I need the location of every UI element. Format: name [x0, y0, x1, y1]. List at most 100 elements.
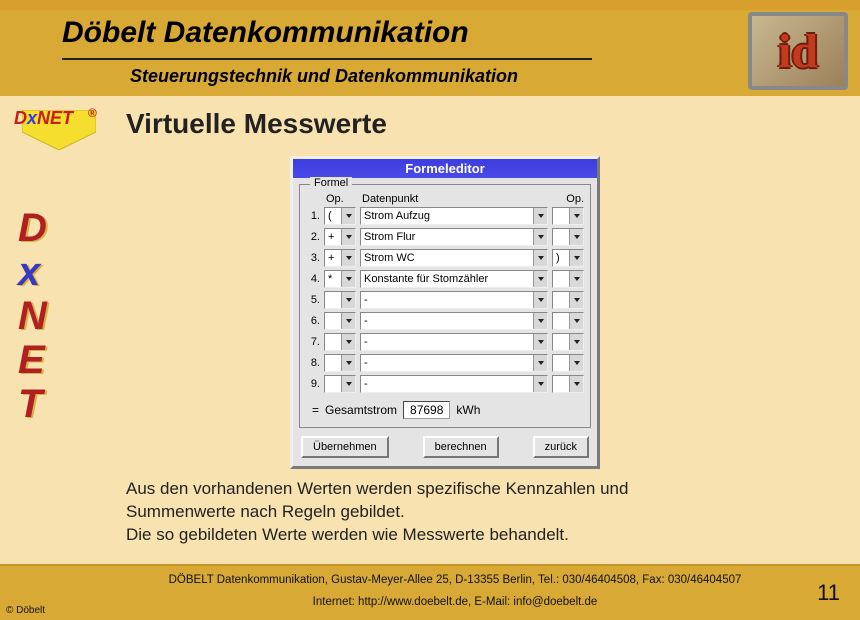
chevron-down-icon[interactable] [533, 376, 547, 392]
chevron-down-icon[interactable] [533, 229, 547, 245]
column-headers: Op. Datenpunkt Op. [306, 193, 584, 205]
datapoint-dropdown[interactable]: Strom Flur [360, 228, 548, 246]
chevron-down-icon[interactable] [533, 271, 547, 287]
chevron-down-icon[interactable] [533, 208, 547, 224]
operator1-dropdown[interactable]: + [324, 228, 356, 246]
operator1-dropdown[interactable] [324, 312, 356, 330]
row-number: 7. [306, 336, 320, 348]
slide-caption: Aus den vorhandenen Werten werden spezif… [126, 478, 830, 547]
chevron-down-icon[interactable] [341, 355, 355, 371]
page-title: Virtuelle Messwerte [126, 108, 387, 140]
chevron-down-icon[interactable] [533, 250, 547, 266]
slide-body: DxNET ® Virtuelle Messwerte D x N E T Fo… [0, 96, 860, 564]
formula-row: 1. (Strom Aufzug [306, 207, 584, 225]
row-number: 3. [306, 252, 320, 264]
formula-row: 8. - [306, 354, 584, 372]
row-number: 6. [306, 315, 320, 327]
chevron-down-icon[interactable] [569, 292, 583, 308]
chevron-down-icon[interactable] [341, 271, 355, 287]
operator2-dropdown[interactable] [552, 375, 584, 393]
operator1-dropdown[interactable]: * [324, 270, 356, 288]
chevron-down-icon[interactable] [569, 355, 583, 371]
result-row: = Gesamtstrom 87698 kWh [306, 401, 584, 419]
formula-row: 3. +Strom WC) [306, 249, 584, 267]
chevron-down-icon[interactable] [569, 250, 583, 266]
formula-row: 9. - [306, 375, 584, 393]
chevron-down-icon[interactable] [533, 292, 547, 308]
company-logo: id [748, 12, 848, 90]
chevron-down-icon[interactable] [569, 271, 583, 287]
result-value: 87698 [403, 401, 450, 419]
row-number: 8. [306, 357, 320, 369]
equals-sign: = [312, 403, 319, 417]
dxnet-label: DxNET [14, 108, 73, 129]
operator1-dropdown[interactable] [324, 375, 356, 393]
copyright: © Döbelt [6, 605, 45, 616]
chevron-down-icon[interactable] [533, 355, 547, 371]
apply-button[interactable]: Übernehmen [301, 436, 389, 458]
chevron-down-icon[interactable] [341, 229, 355, 245]
operator2-dropdown[interactable] [552, 228, 584, 246]
registered-mark: ® [88, 106, 97, 120]
datapoint-dropdown[interactable]: - [360, 375, 548, 393]
datapoint-dropdown[interactable]: Konstante für Stomzähler [360, 270, 548, 288]
chevron-down-icon[interactable] [533, 313, 547, 329]
row-number: 9. [306, 378, 320, 390]
datapoint-dropdown[interactable]: - [360, 291, 548, 309]
chevron-down-icon[interactable] [569, 208, 583, 224]
operator1-dropdown[interactable]: + [324, 249, 356, 267]
datapoint-dropdown[interactable]: - [360, 312, 548, 330]
col-op2: Op. [554, 193, 584, 205]
datapoint-dropdown[interactable]: Strom Aufzug [360, 207, 548, 225]
row-number: 2. [306, 231, 320, 243]
chevron-down-icon[interactable] [533, 334, 547, 350]
chevron-down-icon[interactable] [341, 250, 355, 266]
chevron-down-icon[interactable] [341, 292, 355, 308]
operator2-dropdown[interactable] [552, 354, 584, 372]
col-datapoint: Datenpunkt [362, 193, 554, 205]
operator2-dropdown[interactable] [552, 207, 584, 225]
row-number: 5. [306, 294, 320, 306]
col-op1: Op. [326, 193, 362, 205]
operator1-dropdown[interactable] [324, 333, 356, 351]
row-number: 4. [306, 273, 320, 285]
header-subtitle: Steuerungstechnik und Datenkommunikation [130, 66, 518, 87]
operator1-dropdown[interactable] [324, 354, 356, 372]
chevron-down-icon[interactable] [569, 376, 583, 392]
operator2-dropdown[interactable]: ) [552, 249, 584, 267]
operator1-dropdown[interactable]: ( [324, 207, 356, 225]
datapoint-dropdown[interactable]: - [360, 333, 548, 351]
formula-row: 5. - [306, 291, 584, 309]
formula-row: 7. - [306, 333, 584, 351]
chevron-down-icon[interactable] [569, 229, 583, 245]
header-bar: Döbelt Datenkommunikation Steuerungstech… [0, 0, 860, 96]
operator1-dropdown[interactable] [324, 291, 356, 309]
header-title: Döbelt Datenkommunikation [62, 16, 469, 50]
result-unit: kWh [456, 403, 480, 417]
calculate-button[interactable]: berechnen [423, 436, 499, 458]
fieldset-legend: Formel [310, 177, 352, 189]
chevron-down-icon[interactable] [341, 376, 355, 392]
datapoint-dropdown[interactable]: - [360, 354, 548, 372]
operator2-dropdown[interactable] [552, 333, 584, 351]
formula-row: 2. +Strom Flur [306, 228, 584, 246]
back-button[interactable]: zurück [533, 436, 589, 458]
row-number: 1. [306, 210, 320, 222]
operator2-dropdown[interactable] [552, 270, 584, 288]
chevron-down-icon[interactable] [341, 313, 355, 329]
operator2-dropdown[interactable] [552, 291, 584, 309]
chevron-down-icon[interactable] [569, 313, 583, 329]
operator2-dropdown[interactable] [552, 312, 584, 330]
formula-editor-window: Formeleditor Formel Op. Datenpunkt Op. 1… [290, 156, 600, 469]
datapoint-dropdown[interactable]: Strom WC [360, 249, 548, 267]
logo-text: id [778, 24, 818, 79]
chevron-down-icon[interactable] [341, 334, 355, 350]
footer-bar: © Döbelt DÖBELT Datenkommunikation, Gust… [0, 564, 860, 620]
dxnet-badge: DxNET ® [12, 106, 108, 154]
header-rule [62, 58, 592, 60]
footer-web: Internet: http://www.doebelt.de, E-Mail:… [150, 596, 760, 608]
window-titlebar: Formeleditor [293, 159, 597, 178]
result-label: Gesamtstrom [325, 403, 397, 417]
chevron-down-icon[interactable] [341, 208, 355, 224]
chevron-down-icon[interactable] [569, 334, 583, 350]
